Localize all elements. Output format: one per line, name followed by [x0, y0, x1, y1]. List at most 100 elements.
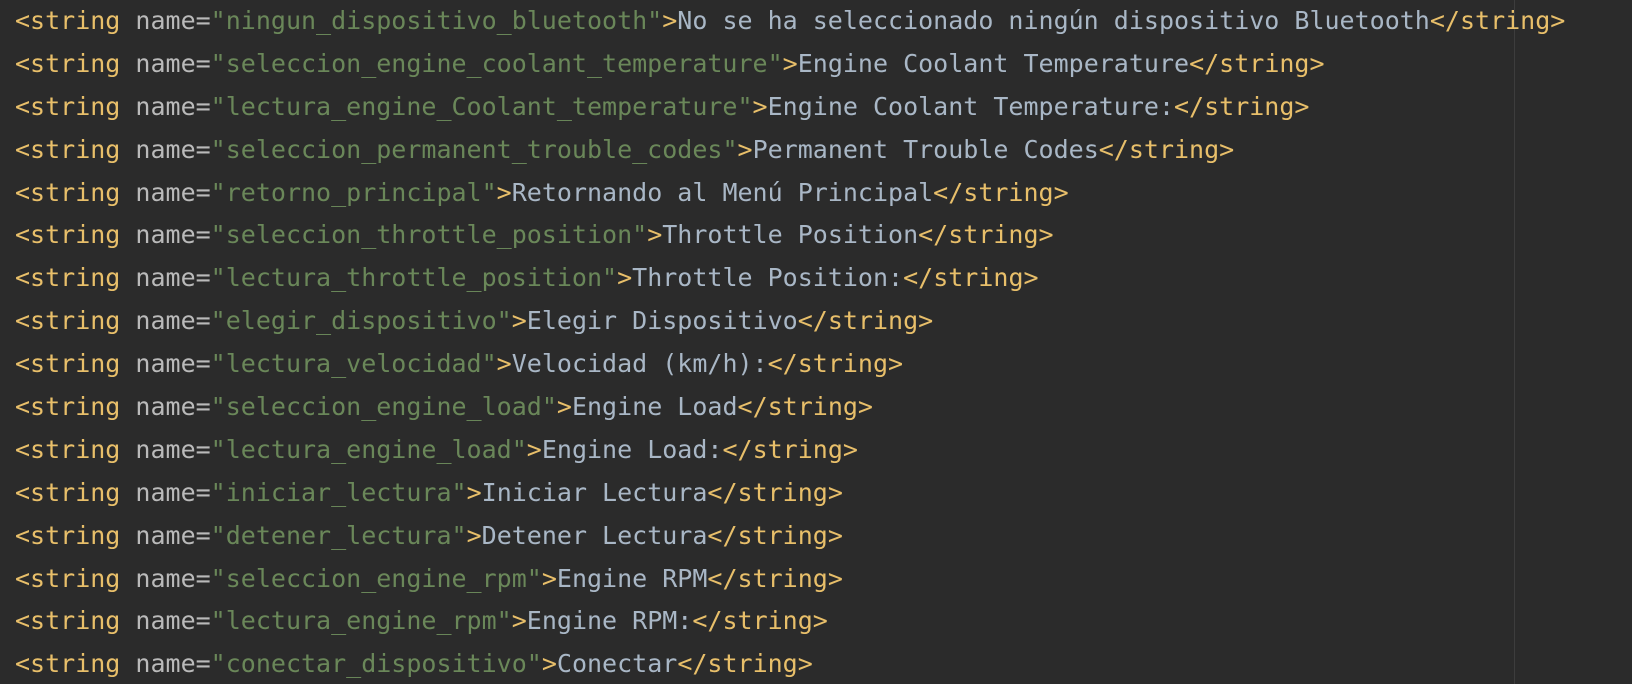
string-name-value: lectura_engine_rpm — [225, 606, 497, 636]
code-line[interactable]: <string name="lectura_engine_Coolant_tem… — [15, 86, 1565, 129]
string-name-value: detener_lectura — [225, 520, 452, 550]
quote-mark: " — [210, 306, 226, 336]
code-line[interactable]: <string name="seleccion_permanent_troubl… — [15, 129, 1565, 172]
code-line[interactable]: <string name="lectura_velocidad">Velocid… — [15, 343, 1565, 386]
quote-mark: " — [647, 6, 663, 35]
open-tag: <string — [15, 563, 121, 593]
string-text: Iniciar Lectura — [481, 477, 708, 507]
open-tag: <string — [15, 477, 121, 507]
quote-mark: " — [210, 520, 226, 550]
close-tag: </string> — [1189, 48, 1325, 78]
code-editor[interactable]: <string name="ningun_dispositivo_bluetoo… — [0, 0, 1632, 684]
open-tag: <string — [15, 349, 121, 379]
string-text: Engine Coolant Temperature — [797, 48, 1190, 78]
code-line[interactable]: <string name="ningun_dispositivo_bluetoo… — [15, 0, 1565, 43]
quote-mark: " — [210, 177, 226, 207]
close-tag: </string> — [692, 606, 828, 636]
string-text: Velocidad (km/h): — [511, 349, 768, 379]
attribute-name: name= — [120, 6, 211, 35]
string-name-value: lectura_throttle_position — [225, 263, 603, 293]
quote-mark: " — [722, 134, 738, 164]
close-tag: </string> — [707, 520, 843, 550]
code-line[interactable]: <string name="lectura_engine_rpm">Engine… — [15, 600, 1565, 643]
open-tag: <string — [15, 606, 121, 636]
code-line[interactable]: <string name="conectar_dispositivo">Cone… — [15, 643, 1565, 684]
string-text: Throttle Position — [662, 220, 919, 250]
close-tag: </string> — [722, 434, 858, 464]
quote-mark: " — [526, 649, 542, 679]
string-name-value: retorno_principal — [225, 177, 482, 207]
attribute-name: name= — [120, 649, 211, 679]
string-text: Permanent Trouble Codes — [752, 134, 1099, 164]
close-tag: </string> — [707, 477, 843, 507]
close-tag: </string> — [933, 177, 1069, 207]
string-text: No se ha seleccionado ningún dispositivo… — [677, 6, 1430, 35]
quote-mark: " — [210, 649, 226, 679]
close-tag: </string> — [1429, 6, 1566, 35]
code-line[interactable]: <string name="elegir_dispositivo">Elegir… — [15, 300, 1565, 343]
attribute-name: name= — [120, 220, 211, 250]
code-line[interactable]: <string name="iniciar_lectura">Iniciar L… — [15, 472, 1565, 515]
string-text: Engine Load — [571, 392, 738, 422]
quote-mark: " — [210, 220, 226, 250]
string-name-value: seleccion_engine_coolant_temperature — [225, 48, 768, 78]
code-line[interactable]: <string name="seleccion_engine_load">Eng… — [15, 386, 1565, 429]
quote-mark: " — [737, 91, 753, 121]
attribute-name: name= — [120, 177, 211, 207]
tag-close: > — [556, 392, 572, 422]
open-tag: <string — [15, 177, 121, 207]
close-tag: </string> — [707, 563, 843, 593]
quote-mark: " — [210, 392, 226, 422]
quote-mark: " — [210, 91, 226, 121]
close-tag: </string> — [797, 306, 934, 336]
tag-close: > — [466, 520, 482, 550]
attribute-name: name= — [120, 91, 211, 121]
string-text: Engine Coolant Temperature: — [767, 91, 1174, 121]
tag-close: > — [541, 649, 557, 679]
tag-close: > — [662, 6, 678, 35]
quote-mark: " — [210, 563, 226, 593]
tag-close: > — [496, 349, 512, 379]
tag-close: > — [752, 91, 768, 121]
open-tag: <string — [15, 220, 121, 250]
open-tag: <string — [15, 520, 121, 550]
attribute-name: name= — [120, 520, 211, 550]
string-text: Conectar — [556, 649, 678, 679]
quote-mark: " — [526, 563, 542, 593]
string-name-value: lectura_engine_load — [225, 434, 512, 464]
tag-close: > — [511, 306, 527, 336]
attribute-name: name= — [120, 477, 211, 507]
string-name-value: lectura_velocidad — [225, 349, 482, 379]
code-line[interactable]: <string name="seleccion_engine_rpm">Engi… — [15, 558, 1565, 601]
close-tag: </string> — [903, 263, 1039, 293]
code-line[interactable]: <string name="detener_lectura">Detener L… — [15, 515, 1565, 558]
code-line[interactable]: <string name="lectura_throttle_position"… — [15, 257, 1565, 300]
open-tag: <string — [15, 434, 121, 464]
quote-mark: " — [210, 606, 226, 636]
tag-close: > — [617, 263, 633, 293]
quote-mark: " — [767, 48, 783, 78]
code-line[interactable]: <string name="retorno_principal">Retorna… — [15, 172, 1565, 215]
attribute-name: name= — [120, 134, 211, 164]
string-text: Detener Lectura — [481, 520, 708, 550]
code-line[interactable]: <string name="seleccion_throttle_positio… — [15, 214, 1565, 257]
open-tag: <string — [15, 134, 121, 164]
quote-mark: " — [451, 520, 467, 550]
attribute-name: name= — [120, 349, 211, 379]
code-line[interactable]: <string name="lectura_engine_load">Engin… — [15, 429, 1565, 472]
code-line[interactable]: <string name="seleccion_engine_coolant_t… — [15, 43, 1565, 86]
attribute-name: name= — [120, 263, 211, 293]
string-name-value: seleccion_engine_load — [225, 392, 542, 422]
quote-mark: " — [602, 263, 618, 293]
quote-mark: " — [481, 177, 497, 207]
open-tag: <string — [15, 91, 121, 121]
code-lines: <string name="ningun_dispositivo_bluetoo… — [15, 0, 1565, 684]
attribute-name: name= — [120, 392, 211, 422]
string-text: Throttle Position: — [632, 263, 904, 293]
attribute-name: name= — [120, 563, 211, 593]
tag-close: > — [541, 563, 557, 593]
tag-close: > — [782, 48, 798, 78]
string-name-value: elegir_dispositivo — [225, 306, 497, 336]
open-tag: <string — [15, 392, 121, 422]
string-text: Engine RPM: — [526, 606, 693, 636]
